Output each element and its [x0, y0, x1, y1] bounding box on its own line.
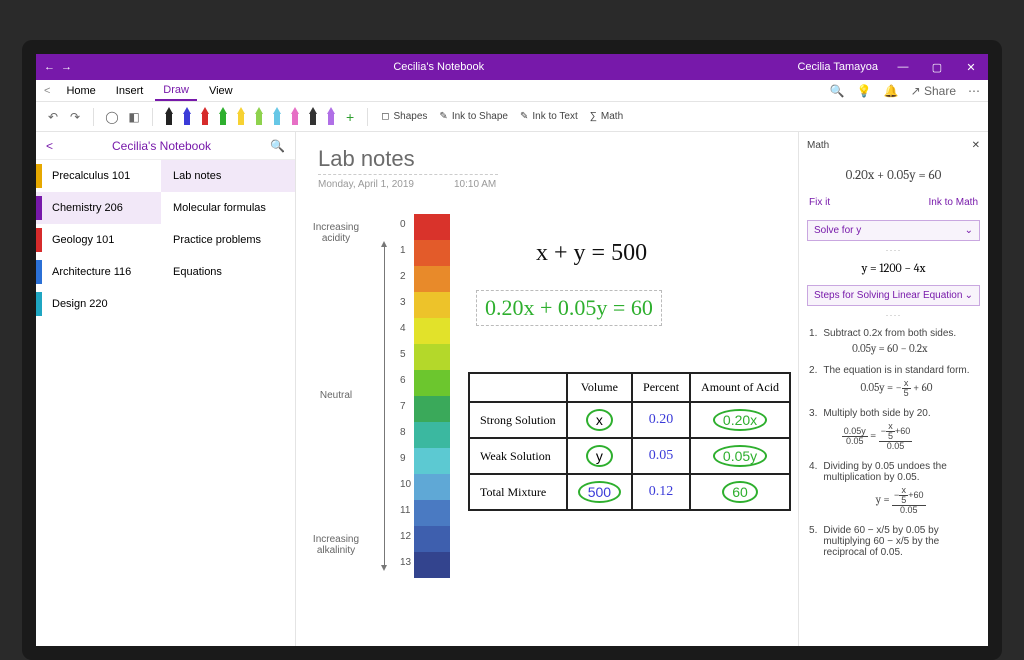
- nav-fwd-icon[interactable]: →: [61, 61, 72, 73]
- ph-block: 3: [414, 292, 450, 318]
- pen-red[interactable]: [199, 107, 211, 127]
- add-pen-icon[interactable]: +: [342, 109, 358, 125]
- math-pane-title: Math: [807, 140, 829, 151]
- minimize-icon[interactable]: —: [886, 61, 920, 74]
- nav-back-icon[interactable]: ←: [44, 61, 55, 73]
- ph-block: 0: [414, 214, 450, 240]
- ink-to-shape-button[interactable]: ✎ Ink to Shape: [435, 109, 512, 124]
- ph-block: 1: [414, 240, 450, 266]
- ink-to-math-button[interactable]: Ink to Math: [929, 197, 978, 208]
- solving-step: 2The equation is in standard form.0.05y …: [809, 365, 978, 398]
- solving-step: 4Dividing by 0.05 undoes the multiplicat…: [809, 461, 978, 515]
- search-icon[interactable]: 🔍: [830, 84, 845, 98]
- page-item[interactable]: Molecular formulas: [161, 192, 295, 224]
- math-equation: 0.20x + 0.05y = 60: [799, 158, 988, 193]
- ph-block: 4: [414, 318, 450, 344]
- fix-it-button[interactable]: Fix it: [809, 197, 830, 208]
- ink-to-text-button[interactable]: ✎ Ink to Text: [516, 109, 582, 124]
- math-pane: Math ✕ 0.20x + 0.05y = 60 Fix it Ink to …: [798, 132, 988, 646]
- solution-table: Volume Percent Amount of Acid Strong Sol…: [468, 372, 791, 511]
- highlighter-blue[interactable]: [271, 107, 283, 127]
- ph-block: 9: [414, 448, 450, 474]
- highlighter-pink[interactable]: [289, 107, 301, 127]
- pen-purple[interactable]: [325, 107, 337, 127]
- close-icon[interactable]: ✕: [954, 61, 988, 74]
- ph-block: 2: [414, 266, 450, 292]
- window-title: Cecilia's Notebook: [80, 61, 797, 73]
- share-button[interactable]: ↗ Share: [911, 84, 956, 98]
- tab-view[interactable]: View: [201, 82, 241, 100]
- section-item[interactable]: Geology 101: [36, 224, 161, 256]
- tab-insert[interactable]: Insert: [108, 82, 152, 100]
- page-item[interactable]: Practice problems: [161, 224, 295, 256]
- undo-icon[interactable]: ↶: [44, 108, 62, 126]
- page-item[interactable]: Lab notes: [161, 160, 295, 192]
- eraser-icon[interactable]: ◧: [125, 108, 143, 126]
- notebook-name[interactable]: Cecilia's Notebook: [112, 139, 211, 153]
- lightbulb-icon[interactable]: 💡: [857, 84, 872, 98]
- highlighter-yellow[interactable]: [235, 107, 247, 127]
- ph-block: 8: [414, 422, 450, 448]
- math-pane-close-icon[interactable]: ✕: [972, 140, 980, 151]
- pen-thick-black[interactable]: [307, 107, 319, 127]
- ph-block: 7: [414, 396, 450, 422]
- pen-green[interactable]: [217, 107, 229, 127]
- lasso-icon[interactable]: ◯: [103, 108, 121, 126]
- steps-dropdown[interactable]: Steps for Solving Linear Equation⌄: [807, 285, 980, 306]
- equation-2-selected[interactable]: 0.20x + 0.05y = 60: [476, 290, 662, 326]
- math-button[interactable]: ∑ Math: [586, 109, 627, 124]
- user-name[interactable]: Cecilia Tamayoa: [797, 61, 886, 73]
- section-item[interactable]: Design 220: [36, 288, 161, 320]
- chevron-down-icon: ⌄: [965, 290, 973, 301]
- ph-block: 6: [414, 370, 450, 396]
- pen-black[interactable]: [163, 107, 175, 127]
- ph-block: 13: [414, 552, 450, 578]
- equation-1: x + y = 500: [536, 240, 647, 267]
- redo-icon[interactable]: ↷: [66, 108, 84, 126]
- solving-step: 5Divide 60 − x/5 by 0.05 by multiplying …: [809, 525, 978, 561]
- solving-step: 3Multiply both side by 20.0.05y0.05 = −x…: [809, 408, 978, 451]
- page-time: 10:10 AM: [454, 179, 496, 190]
- chevron-down-icon: ⌄: [965, 225, 973, 236]
- highlighter-green[interactable]: [253, 107, 265, 127]
- tab-draw[interactable]: Draw: [155, 81, 197, 101]
- shapes-button[interactable]: ◻ Shapes: [377, 109, 431, 124]
- section-item[interactable]: Chemistry 206: [36, 192, 161, 224]
- page-date: Monday, April 1, 2019: [318, 179, 414, 190]
- nav-search-icon[interactable]: 🔍: [270, 139, 285, 153]
- maximize-icon[interactable]: ▢: [920, 61, 954, 74]
- pen-blue[interactable]: [181, 107, 193, 127]
- section-item[interactable]: Architecture 116: [36, 256, 161, 288]
- ph-block: 10: [414, 474, 450, 500]
- navigation-pane: < Cecilia's Notebook 🔍 Precalculus 101Ch…: [36, 132, 296, 646]
- nav-pane-back-icon[interactable]: <: [46, 139, 53, 153]
- tab-home[interactable]: Home: [58, 82, 103, 100]
- notification-icon[interactable]: 🔔: [884, 84, 899, 98]
- page-item[interactable]: Equations: [161, 256, 295, 288]
- section-item[interactable]: Precalculus 101: [36, 160, 161, 192]
- ph-block: 12: [414, 526, 450, 552]
- page-title[interactable]: Lab notes: [318, 146, 498, 175]
- ribbon-back-icon[interactable]: <: [44, 85, 50, 97]
- solve-result: y = 1200 − 4x: [799, 255, 988, 281]
- page-canvas[interactable]: Lab notes Monday, April 1, 2019 10:10 AM…: [296, 132, 798, 646]
- ph-block: 5: [414, 344, 450, 370]
- ph-block: 11: [414, 500, 450, 526]
- solving-step: 1Subtract 0.2x from both sides.0.05y = 6…: [809, 328, 978, 355]
- overflow-icon[interactable]: ⋯: [968, 84, 980, 98]
- solve-for-dropdown[interactable]: Solve for y⌄: [807, 220, 980, 241]
